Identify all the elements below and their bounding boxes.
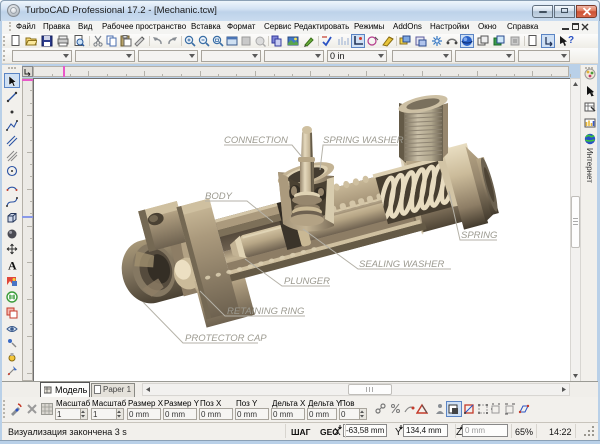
svg-text:PLUNGER: PLUNGER bbox=[284, 276, 330, 287]
svg-text:CONNECTION: CONNECTION bbox=[224, 135, 288, 146]
svg-text:SEALING WASHER: SEALING WASHER bbox=[359, 259, 444, 270]
svg-text:BODY: BODY bbox=[205, 191, 233, 202]
svg-text:PROTECTOR CAP: PROTECTOR CAP bbox=[185, 333, 267, 344]
svg-text:SPRING: SPRING bbox=[461, 230, 497, 241]
svg-text:SPRING WASHER: SPRING WASHER bbox=[323, 135, 404, 146]
svg-text:RETAINING RING: RETAINING RING bbox=[227, 306, 304, 317]
